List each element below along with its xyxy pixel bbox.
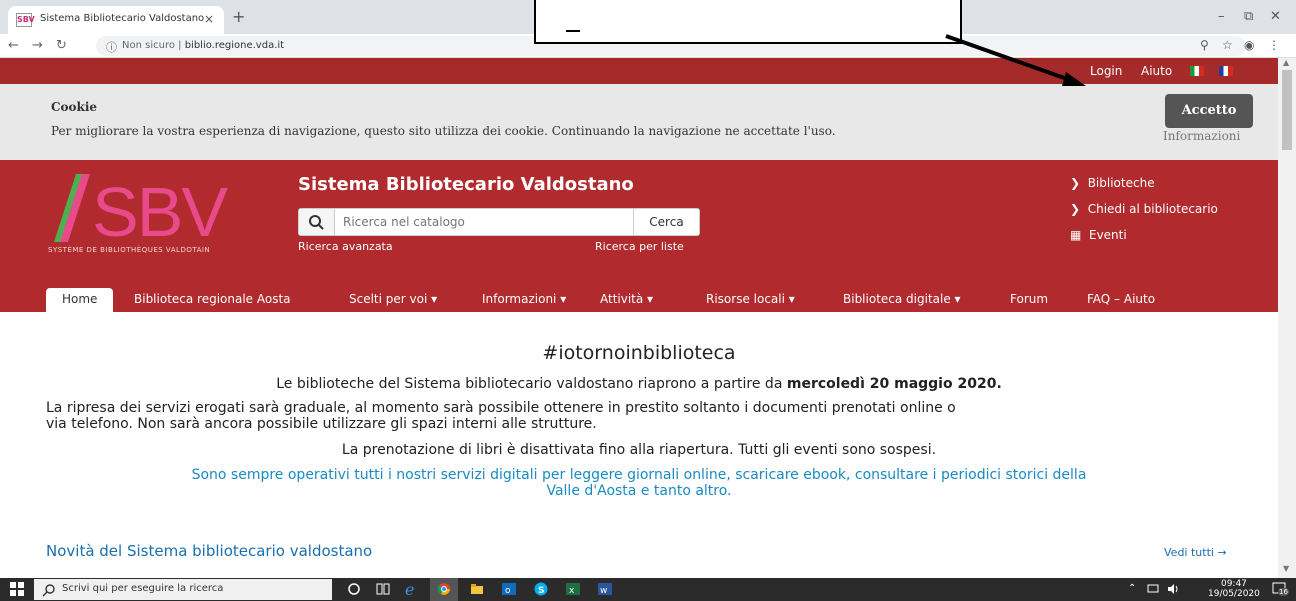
- windows-taskbar: Scrivi qui per eseguire la ricerca e o S…: [0, 578, 1296, 601]
- notifications-icon[interactable]: 16: [1272, 582, 1289, 597]
- tray-chevron-icon[interactable]: ⌃: [1128, 583, 1136, 594]
- svg-text:e: e: [405, 582, 414, 596]
- annotation-arrow: [945, 34, 1086, 86]
- edge-icon[interactable]: e: [405, 582, 419, 596]
- file-explorer-icon[interactable]: [470, 582, 484, 596]
- svg-text:x: x: [569, 586, 575, 596]
- taskbar-search-icon: [42, 584, 55, 597]
- clock-time: 09:47: [1220, 579, 1247, 589]
- svg-text:w: w: [600, 586, 607, 596]
- outlook-icon[interactable]: o: [502, 582, 516, 596]
- word-icon[interactable]: w: [598, 582, 612, 596]
- windows-start-icon[interactable]: [10, 582, 24, 596]
- chrome-icon[interactable]: [437, 582, 451, 596]
- clock-date: 19/05/2020: [1208, 589, 1260, 599]
- svg-text:S: S: [538, 586, 544, 596]
- cortana-icon[interactable]: [347, 582, 361, 596]
- volume-icon[interactable]: [1166, 582, 1180, 596]
- excel-icon[interactable]: x: [566, 582, 580, 596]
- skype-icon[interactable]: S: [534, 582, 548, 596]
- taskbar-search[interactable]: Scrivi qui per eseguire la ricerca: [34, 579, 332, 600]
- svg-text:o: o: [505, 586, 511, 596]
- notification-count: 16: [1278, 588, 1289, 596]
- task-view-icon[interactable]: [376, 582, 390, 596]
- clock[interactable]: 09:47 19/05/2020: [1208, 579, 1260, 599]
- network-icon[interactable]: [1146, 582, 1160, 596]
- taskbar-search-placeholder: Scrivi qui per eseguire la ricerca: [62, 583, 224, 594]
